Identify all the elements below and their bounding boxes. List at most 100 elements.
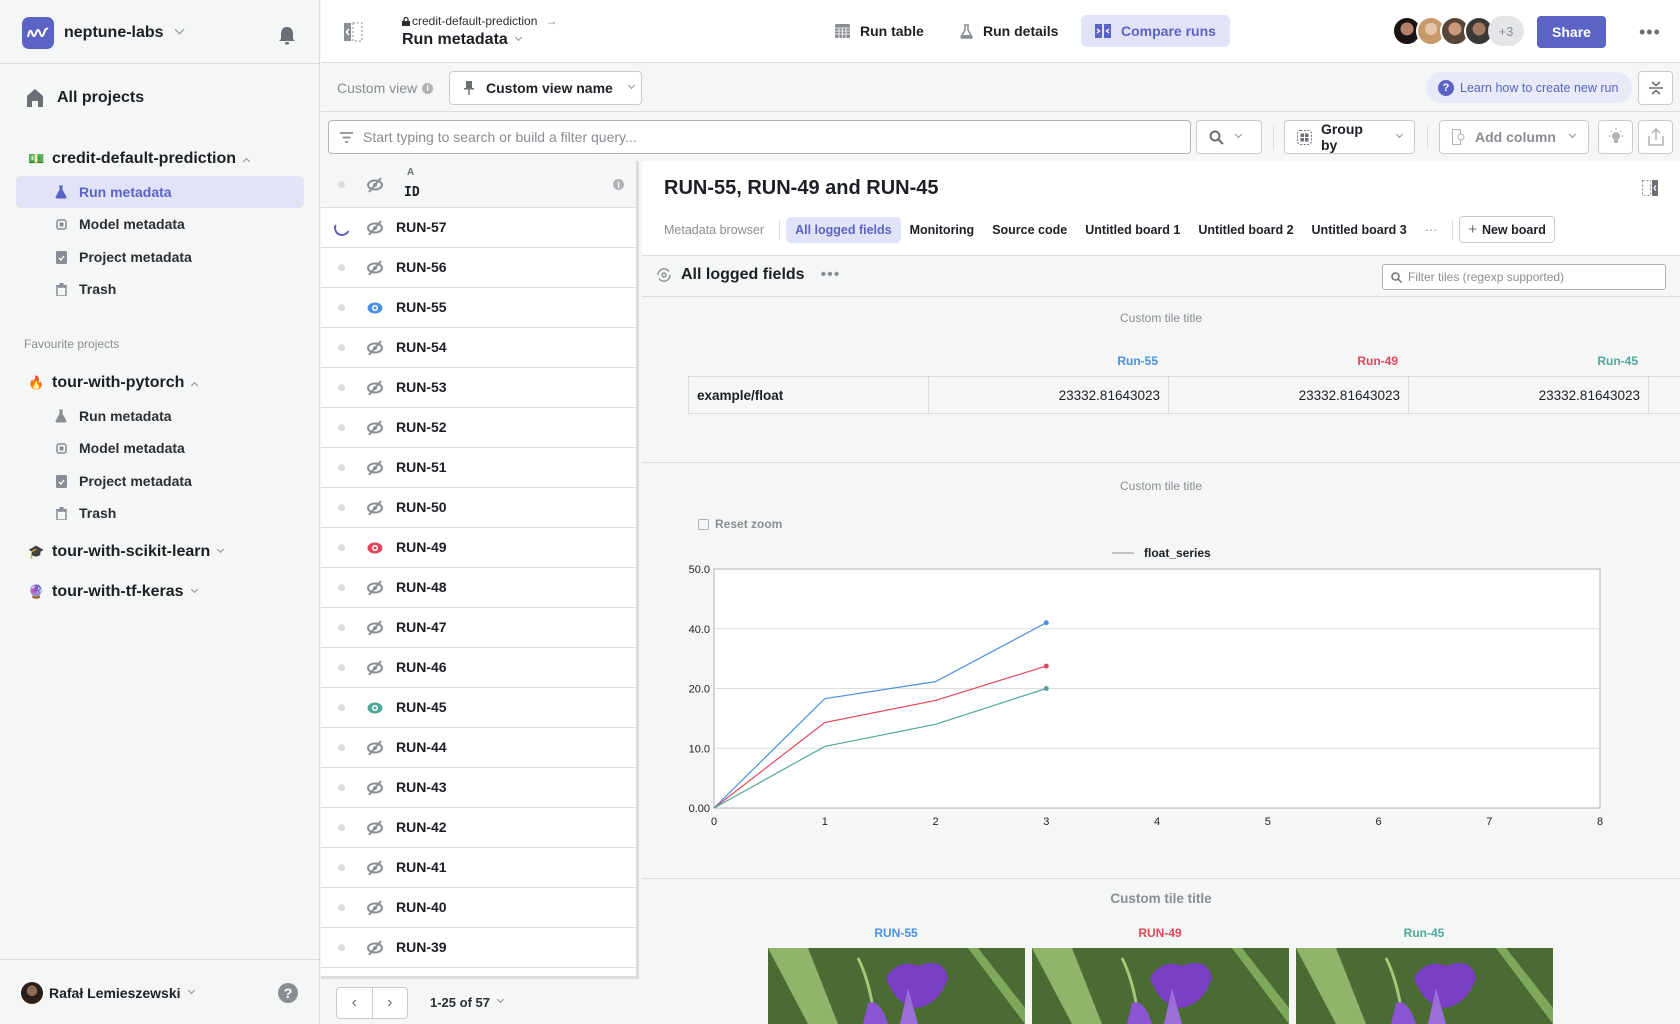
collaborators[interactable]: +3 — [1392, 16, 1524, 46]
table-row[interactable]: RUN-50 — [321, 488, 636, 528]
learn-create-run-link[interactable]: ? Learn how to create new run — [1426, 72, 1633, 103]
table-row[interactable]: RUN-39 — [321, 928, 636, 968]
add-column-button[interactable]: Add column — [1439, 120, 1589, 154]
eye-icon[interactable] — [366, 700, 384, 719]
eye-off-icon[interactable] — [366, 860, 384, 879]
table-row[interactable]: RUN-55 — [321, 288, 636, 328]
tab-all-logged-fields[interactable]: All logged fields — [786, 216, 901, 243]
table-row[interactable]: RUN-42 — [321, 808, 636, 848]
tab-untitled-board-3[interactable]: Untitled board 3 — [1303, 217, 1416, 243]
eye-off-icon[interactable] — [366, 500, 384, 519]
table-row[interactable]: RUN-45 — [321, 688, 636, 728]
eye-off-icon[interactable] — [366, 580, 384, 599]
eye-off-icon[interactable] — [366, 900, 384, 919]
table-row[interactable]: RUN-57 — [321, 208, 636, 248]
table-row[interactable]: RUN-49 — [321, 528, 636, 568]
line-chart[interactable]: float_series 0.00 10.0 20.0 40.0 50.0 0 1 2 3 4 5 6 7… — [642, 536, 1680, 836]
more-collaborators-badge[interactable]: +3 — [1488, 16, 1524, 46]
breadcrumb[interactable]: credit-default-prediction → — [402, 14, 557, 28]
page-size-select[interactable]: 1-25 of 57 — [430, 995, 505, 1010]
filter-query-field[interactable] — [328, 120, 1191, 154]
eye-off-icon[interactable] — [366, 940, 384, 959]
project-tour-with-scikit-learn[interactable]: 🎓 tour-with-scikit-learn — [28, 543, 225, 561]
project-credit-default-prediction[interactable]: 💵 credit-default-prediction — [28, 150, 251, 168]
tab-source-code[interactable]: Source code — [983, 217, 1076, 243]
sidebar-item-project-metadata[interactable]: Project metadata — [16, 241, 304, 273]
collapse-rows-button[interactable] — [1638, 71, 1673, 105]
sidebar-item-trash[interactable]: Trash — [16, 497, 304, 529]
eye-off-icon[interactable] — [366, 660, 384, 679]
more-tabs-icon[interactable]: ··· — [1416, 217, 1447, 243]
board-more-icon[interactable]: ••• — [821, 266, 841, 284]
export-button[interactable] — [1638, 120, 1673, 154]
table-row[interactable]: RUN-47 — [321, 608, 636, 648]
table-row[interactable]: RUN-51 — [321, 448, 636, 488]
eye-icon[interactable] — [366, 300, 384, 319]
sidebar-item-model-metadata[interactable]: Model metadata — [16, 208, 304, 240]
filter-query-input[interactable] — [363, 129, 1163, 145]
page-title[interactable]: Run metadata — [402, 31, 522, 49]
table-row[interactable]: RUN-44 — [321, 728, 636, 768]
tab-untitled-board-2[interactable]: Untitled board 2 — [1189, 217, 1302, 243]
table-row[interactable]: RUN-41 — [321, 848, 636, 888]
tab-compare-runs[interactable]: Compare runs — [1081, 15, 1230, 47]
bell-icon[interactable] — [278, 26, 296, 49]
next-page-button[interactable]: › — [373, 988, 408, 1018]
table-row[interactable]: RUN-46 — [321, 648, 636, 688]
iris-image[interactable] — [1296, 948, 1553, 1024]
sidebar-item-model-metadata[interactable]: Model metadata — [16, 432, 304, 464]
table-row[interactable]: RUN-43 — [321, 768, 636, 808]
more-options-icon[interactable]: ••• — [1639, 22, 1661, 43]
sort-indicator[interactable]: A — [407, 167, 414, 178]
info-icon[interactable]: i — [422, 82, 434, 94]
tab-untitled-board-1[interactable]: Untitled board 1 — [1076, 217, 1189, 243]
table-row[interactable]: RUN-53 — [321, 368, 636, 408]
custom-view-select[interactable]: Custom view name — [449, 71, 642, 105]
sidebar-item-project-metadata[interactable]: Project metadata — [16, 465, 304, 497]
column-header-id[interactable]: ID — [404, 185, 420, 200]
iris-image[interactable] — [768, 948, 1025, 1024]
expand-panel-icon[interactable] — [1642, 180, 1658, 199]
iris-image[interactable] — [1032, 948, 1289, 1024]
info-icon[interactable]: i — [613, 179, 624, 190]
sidebar-item-trash[interactable]: Trash — [16, 273, 304, 305]
collapse-sidebar-icon[interactable] — [343, 22, 363, 45]
eye-off-icon[interactable] — [366, 620, 384, 639]
tab-metadata-browser[interactable]: Metadata browser — [664, 217, 773, 243]
table-row[interactable]: RUN-56 — [321, 248, 636, 288]
table-row[interactable]: RUN-54 — [321, 328, 636, 368]
sidebar-item-run-metadata[interactable]: Run metadata — [16, 176, 304, 208]
eye-off-icon[interactable] — [366, 420, 384, 439]
help-icon[interactable]: ? — [278, 983, 298, 1003]
eye-icon[interactable] — [366, 540, 384, 559]
tab-run-details[interactable]: Run details — [946, 15, 1072, 47]
eye-off-icon[interactable] — [366, 780, 384, 799]
project-tour-with-pytorch[interactable]: 🔥 tour-with-pytorch — [28, 374, 199, 392]
suggestions-button[interactable] — [1598, 120, 1633, 154]
tab-run-table[interactable]: Run table — [821, 15, 938, 47]
eye-off-icon[interactable] — [366, 340, 384, 359]
org-switcher[interactable]: neptune-labs — [22, 16, 185, 49]
tile-filter-input[interactable] — [1408, 270, 1658, 284]
group-by-button[interactable]: Group by — [1284, 120, 1415, 154]
eye-off-icon[interactable] — [366, 740, 384, 759]
eye-off-icon[interactable] — [366, 177, 384, 196]
share-button[interactable]: Share — [1537, 16, 1606, 48]
project-tour-with-tf-keras[interactable]: 🔮 tour-with-tf-keras — [28, 583, 198, 601]
prev-page-button[interactable]: ‹ — [337, 988, 373, 1018]
all-projects-link[interactable]: All projects — [26, 88, 144, 108]
eye-off-icon[interactable] — [366, 460, 384, 479]
tab-monitoring[interactable]: Monitoring — [901, 217, 984, 243]
new-board-button[interactable]: + New board — [1459, 216, 1555, 243]
user-menu[interactable]: Rafał Lemieszewski — [21, 982, 195, 1004]
table-row[interactable]: RUN-40 — [321, 888, 636, 928]
reset-zoom-button[interactable]: Reset zoom — [698, 517, 782, 531]
table-row[interactable]: RUN-48 — [321, 568, 636, 608]
tile-filter-field[interactable] — [1382, 264, 1666, 290]
eye-off-icon[interactable] — [366, 380, 384, 399]
eye-off-icon[interactable] — [366, 220, 384, 239]
search-mode-select[interactable] — [1196, 120, 1262, 154]
eye-off-icon[interactable] — [366, 820, 384, 839]
eye-off-icon[interactable] — [366, 260, 384, 279]
table-row[interactable]: RUN-52 — [321, 408, 636, 448]
